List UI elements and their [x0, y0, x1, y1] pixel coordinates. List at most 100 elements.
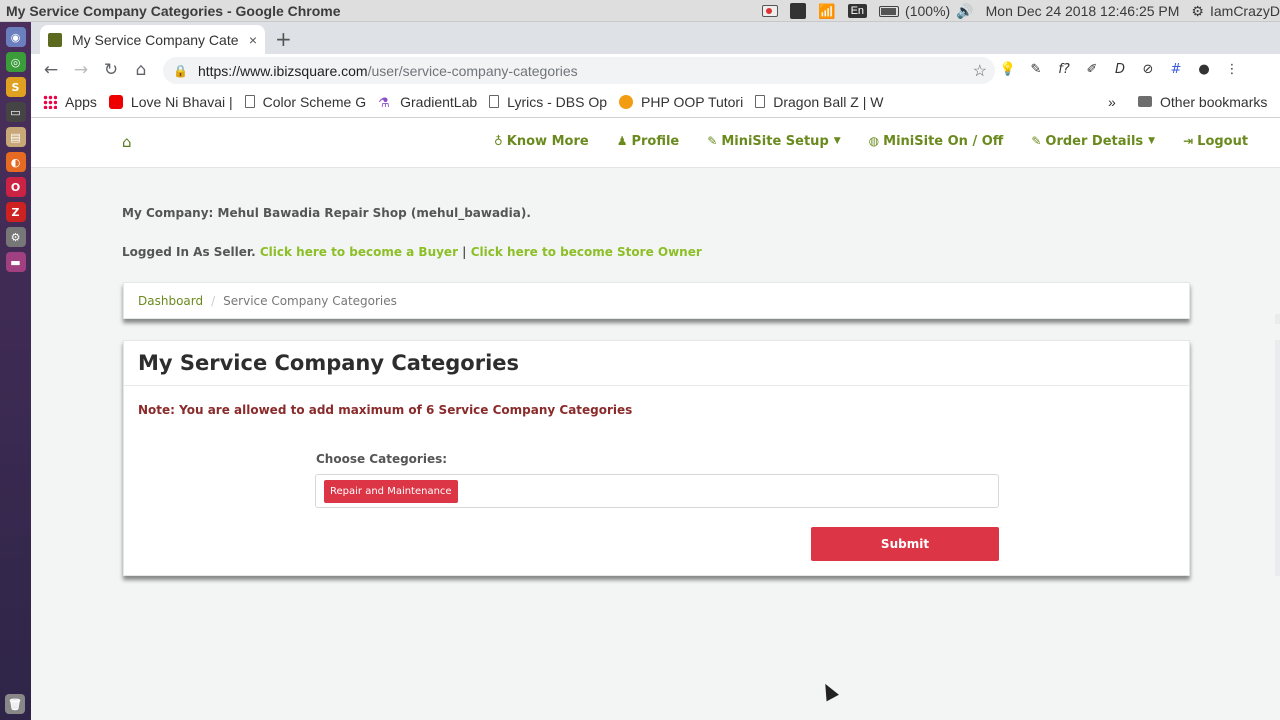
window-title: My Service Company Categories - Google C… — [6, 3, 341, 19]
extension-grid-icon[interactable]: # — [1167, 60, 1185, 78]
extension-bulb-icon[interactable]: 💡 — [999, 60, 1017, 78]
link-separator: | — [458, 245, 471, 259]
breadcrumb-dashboard[interactable]: Dashboard — [138, 294, 203, 308]
bookmark-php-oop[interactable]: PHP OOP Tutori — [619, 94, 743, 110]
nav-order-details[interactable]: ✎ Order Details ▼ — [1031, 134, 1155, 149]
forward-arrow-icon[interactable]: → — [66, 60, 96, 80]
other-bookmarks[interactable]: Other bookmarks — [1138, 94, 1267, 110]
profile-avatar-icon[interactable]: ● — [1195, 60, 1213, 78]
username[interactable]: IamCrazyD — [1210, 3, 1280, 19]
nav-profile[interactable]: ♟ Profile — [617, 134, 680, 149]
battery-icon[interactable] — [873, 0, 905, 22]
choose-categories-label: Choose Categories: — [316, 452, 448, 466]
become-buyer-link[interactable]: Click here to become a Buyer — [260, 245, 458, 259]
selected-category-tag[interactable]: Repair and Maintenance — [324, 480, 458, 503]
opera-icon[interactable]: O — [5, 177, 26, 197]
extension-dropper-icon[interactable]: ✎ — [1027, 60, 1045, 78]
site-favicon-icon — [48, 32, 62, 47]
scrollbar-fragment — [1275, 314, 1280, 324]
categories-multiselect[interactable]: Repair and Maintenance — [315, 474, 999, 508]
bookmark-love-ni-bhavai[interactable]: Love Ni Bhavai | — [108, 94, 233, 110]
site-navbar: ⌂ ♁ Know More ♟ Profile ✎ MiniSite Setup ▼ ◍… — [31, 118, 1280, 168]
extensions-area: 💡 ✎ f? ✐ D ⊘ # ● ⋮ — [999, 60, 1241, 78]
breadcrumb-separator: / — [211, 293, 216, 308]
gear-icon[interactable]: ⚙ — [1185, 0, 1210, 22]
php-icon — [619, 94, 634, 109]
url-path: /user/service-company-categories — [367, 62, 578, 79]
menu-dots-icon[interactable]: ⋮ — [1223, 60, 1241, 78]
tab-active[interactable]: My Service Company Cate × — [40, 25, 265, 54]
back-arrow-icon[interactable]: ← — [36, 60, 66, 80]
firefox-icon[interactable]: ◐ — [5, 152, 26, 172]
os-top-bar: My Service Company Categories - Google C… — [0, 0, 1280, 22]
scrollbar-fragment — [1275, 340, 1280, 576]
logged-in-as: Logged In As Seller. — [122, 245, 260, 259]
filezilla-icon[interactable]: Z — [5, 202, 26, 222]
folder-icon — [1138, 96, 1152, 107]
tab-title: My Service Company Cate — [72, 31, 239, 48]
card-header: My Service Company Categories — [124, 341, 1189, 386]
bookmark-gradientlab[interactable]: ⚗ GradientLab — [378, 94, 477, 110]
list-indicator-icon[interactable] — [784, 0, 812, 22]
nav-minisite-on-off[interactable]: ◍ MiniSite On / Off — [869, 134, 1004, 149]
bookmark-lyrics[interactable]: Lyrics - DBS Op — [489, 94, 607, 110]
bookmark-dragon-ball[interactable]: Dragon Ball Z | W — [755, 94, 883, 110]
youtube-icon — [108, 94, 123, 109]
nav-logout[interactable]: ⇥ Logout — [1183, 134, 1248, 149]
breadcrumb: Dashboard / Service Company Categories — [123, 282, 1190, 319]
flask-icon: ⚗ — [378, 94, 390, 110]
bookmarks-overflow-button[interactable]: » — [1108, 94, 1116, 110]
bookmark-star-icon[interactable]: ☆ — [973, 61, 987, 81]
caret-down-icon: ▼ — [833, 136, 841, 146]
wrench-icon: ✎ — [1031, 134, 1042, 148]
apps-grid-icon — [43, 94, 57, 109]
new-tab-button[interactable]: + — [275, 27, 292, 51]
reload-icon[interactable]: ↻ — [96, 60, 126, 80]
files-icon[interactable]: ▤ — [5, 127, 26, 147]
extension-fx-icon[interactable]: f? — [1055, 60, 1073, 78]
address-bar[interactable]: 🔒 https://www.ibizsquare.com/user/servic… — [163, 57, 995, 84]
keyboard-layout-indicator[interactable]: En — [842, 0, 873, 22]
page-icon — [489, 95, 500, 108]
limit-note: Note: You are allowed to add maximum of … — [138, 403, 633, 417]
url-host: https://www.ibizsquare.com — [197, 62, 368, 79]
browser-toolbar: ← → ↻ ⌂ 🔒 https://www.ibizsquare.com/use… — [31, 54, 1280, 86]
bookmark-apps[interactable]: Apps — [43, 94, 97, 110]
user-icon: ♟ — [616, 134, 628, 148]
nav-know-more[interactable]: ♁ Know More — [494, 134, 589, 149]
extension-circle-icon[interactable]: ⊘ — [1139, 60, 1157, 78]
volume-icon[interactable]: 🔊 — [950, 0, 979, 22]
battery-percent: (100%) — [905, 3, 951, 19]
lock-icon[interactable]: 🔒 — [173, 64, 188, 78]
become-store-owner-link[interactable]: Click here to become Store Owner — [471, 245, 702, 259]
login-status: Logged In As Seller. Click here to becom… — [122, 245, 702, 259]
wifi-icon[interactable]: 📶 — [812, 0, 841, 22]
terminal-icon[interactable]: ▭ — [5, 102, 26, 122]
extension-note-icon[interactable]: ✐ — [1083, 60, 1101, 78]
screen-recorder-icon[interactable] — [756, 0, 784, 22]
breadcrumb-current: Service Company Categories — [223, 293, 397, 308]
company-info: My Company: Mehul Bawadia Repair Shop (m… — [122, 206, 531, 220]
extension-d-icon[interactable]: D — [1111, 60, 1129, 78]
nav-minisite-setup[interactable]: ✎ MiniSite Setup ▼ — [707, 134, 840, 149]
close-tab-icon[interactable]: × — [249, 32, 257, 48]
tab-strip: My Service Company Cate × + — [31, 22, 1280, 54]
ubuntu-logo-icon[interactable]: ◉ — [5, 27, 26, 47]
sublime-icon[interactable]: S — [5, 77, 26, 97]
lightbulb-icon: ♁ — [494, 134, 503, 148]
page-icon — [755, 95, 766, 108]
settings-icon[interactable]: ⚙ — [5, 227, 26, 247]
app-icon[interactable]: ▬ — [5, 252, 26, 272]
page-content: ⌂ ♁ Know More ♟ Profile ✎ MiniSite Setup ▼ ◍… — [31, 118, 1280, 720]
clock[interactable]: Mon Dec 24 2018 12:46:25 PM — [980, 0, 1186, 22]
bookmark-color-scheme[interactable]: Color Scheme G — [244, 94, 366, 110]
chrome-icon[interactable]: ◎ — [5, 52, 26, 72]
wrench-icon: ✎ — [707, 134, 718, 148]
globe-icon: ◍ — [868, 134, 880, 148]
home-icon[interactable]: ⌂ — [126, 60, 156, 80]
submit-button[interactable]: Submit — [811, 527, 999, 561]
app-launcher: ◉ ◎ S ▭ ▤ ◐ O Z ⚙ ▬ 🗑 — [0, 22, 31, 720]
bookmarks-bar: Apps Love Ni Bhavai | Color Scheme G ⚗ Gr… — [31, 86, 1280, 118]
trash-icon[interactable]: 🗑 — [5, 694, 25, 714]
home-icon[interactable]: ⌂ — [122, 133, 132, 151]
